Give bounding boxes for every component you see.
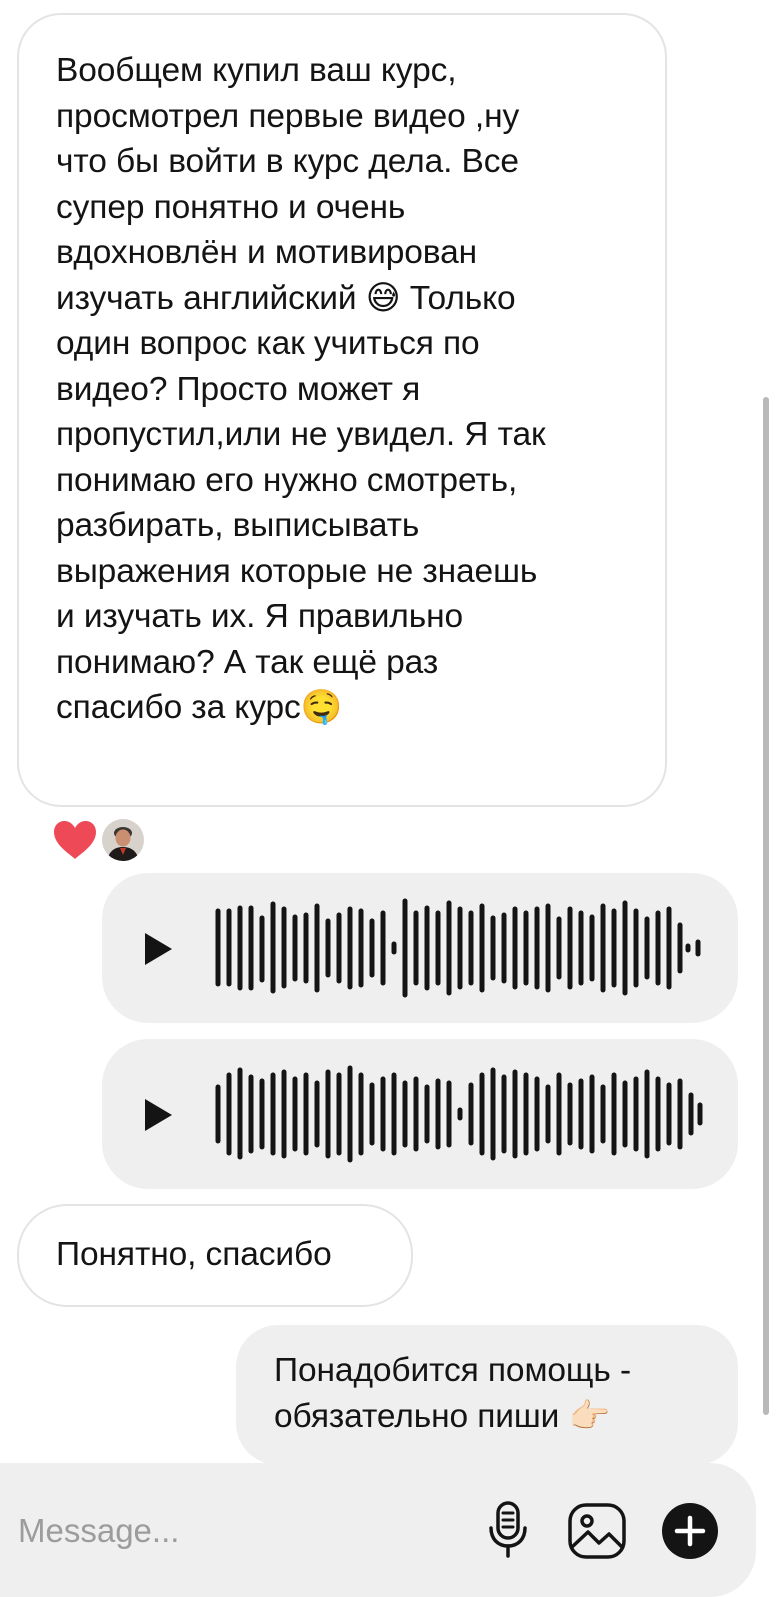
message-composer (0, 1463, 756, 1597)
incoming-message-long[interactable]: Вообщем купил ваш курс, просмотрел первы… (17, 13, 667, 807)
message-text: Понятно, спасибо (56, 1236, 332, 1273)
message-text: Понадобится помощь - обязательно пиши 👉🏻 (274, 1352, 631, 1435)
incoming-message[interactable]: Понятно, спасибо (17, 1204, 413, 1307)
message-input[interactable] (16, 1505, 460, 1557)
heart-icon (54, 821, 96, 859)
play-icon[interactable] (142, 1097, 174, 1133)
add-icon[interactable] (662, 1503, 718, 1559)
avatar[interactable] (102, 819, 144, 861)
voice-message[interactable] (102, 873, 738, 1023)
gallery-icon[interactable] (568, 1503, 626, 1559)
voice-message[interactable] (102, 1039, 738, 1189)
audio-waveform[interactable] (215, 873, 715, 1023)
scrollbar[interactable] (763, 397, 769, 1415)
message-reactions[interactable] (52, 818, 146, 862)
outgoing-message[interactable]: Понадобится помощь - обязательно пиши 👉🏻 (236, 1325, 738, 1465)
message-text: Вообщем купил ваш курс, просмотрел первы… (56, 52, 546, 726)
microphone-icon[interactable] (487, 1501, 529, 1559)
play-icon[interactable] (142, 931, 174, 967)
audio-waveform[interactable] (215, 1039, 715, 1189)
